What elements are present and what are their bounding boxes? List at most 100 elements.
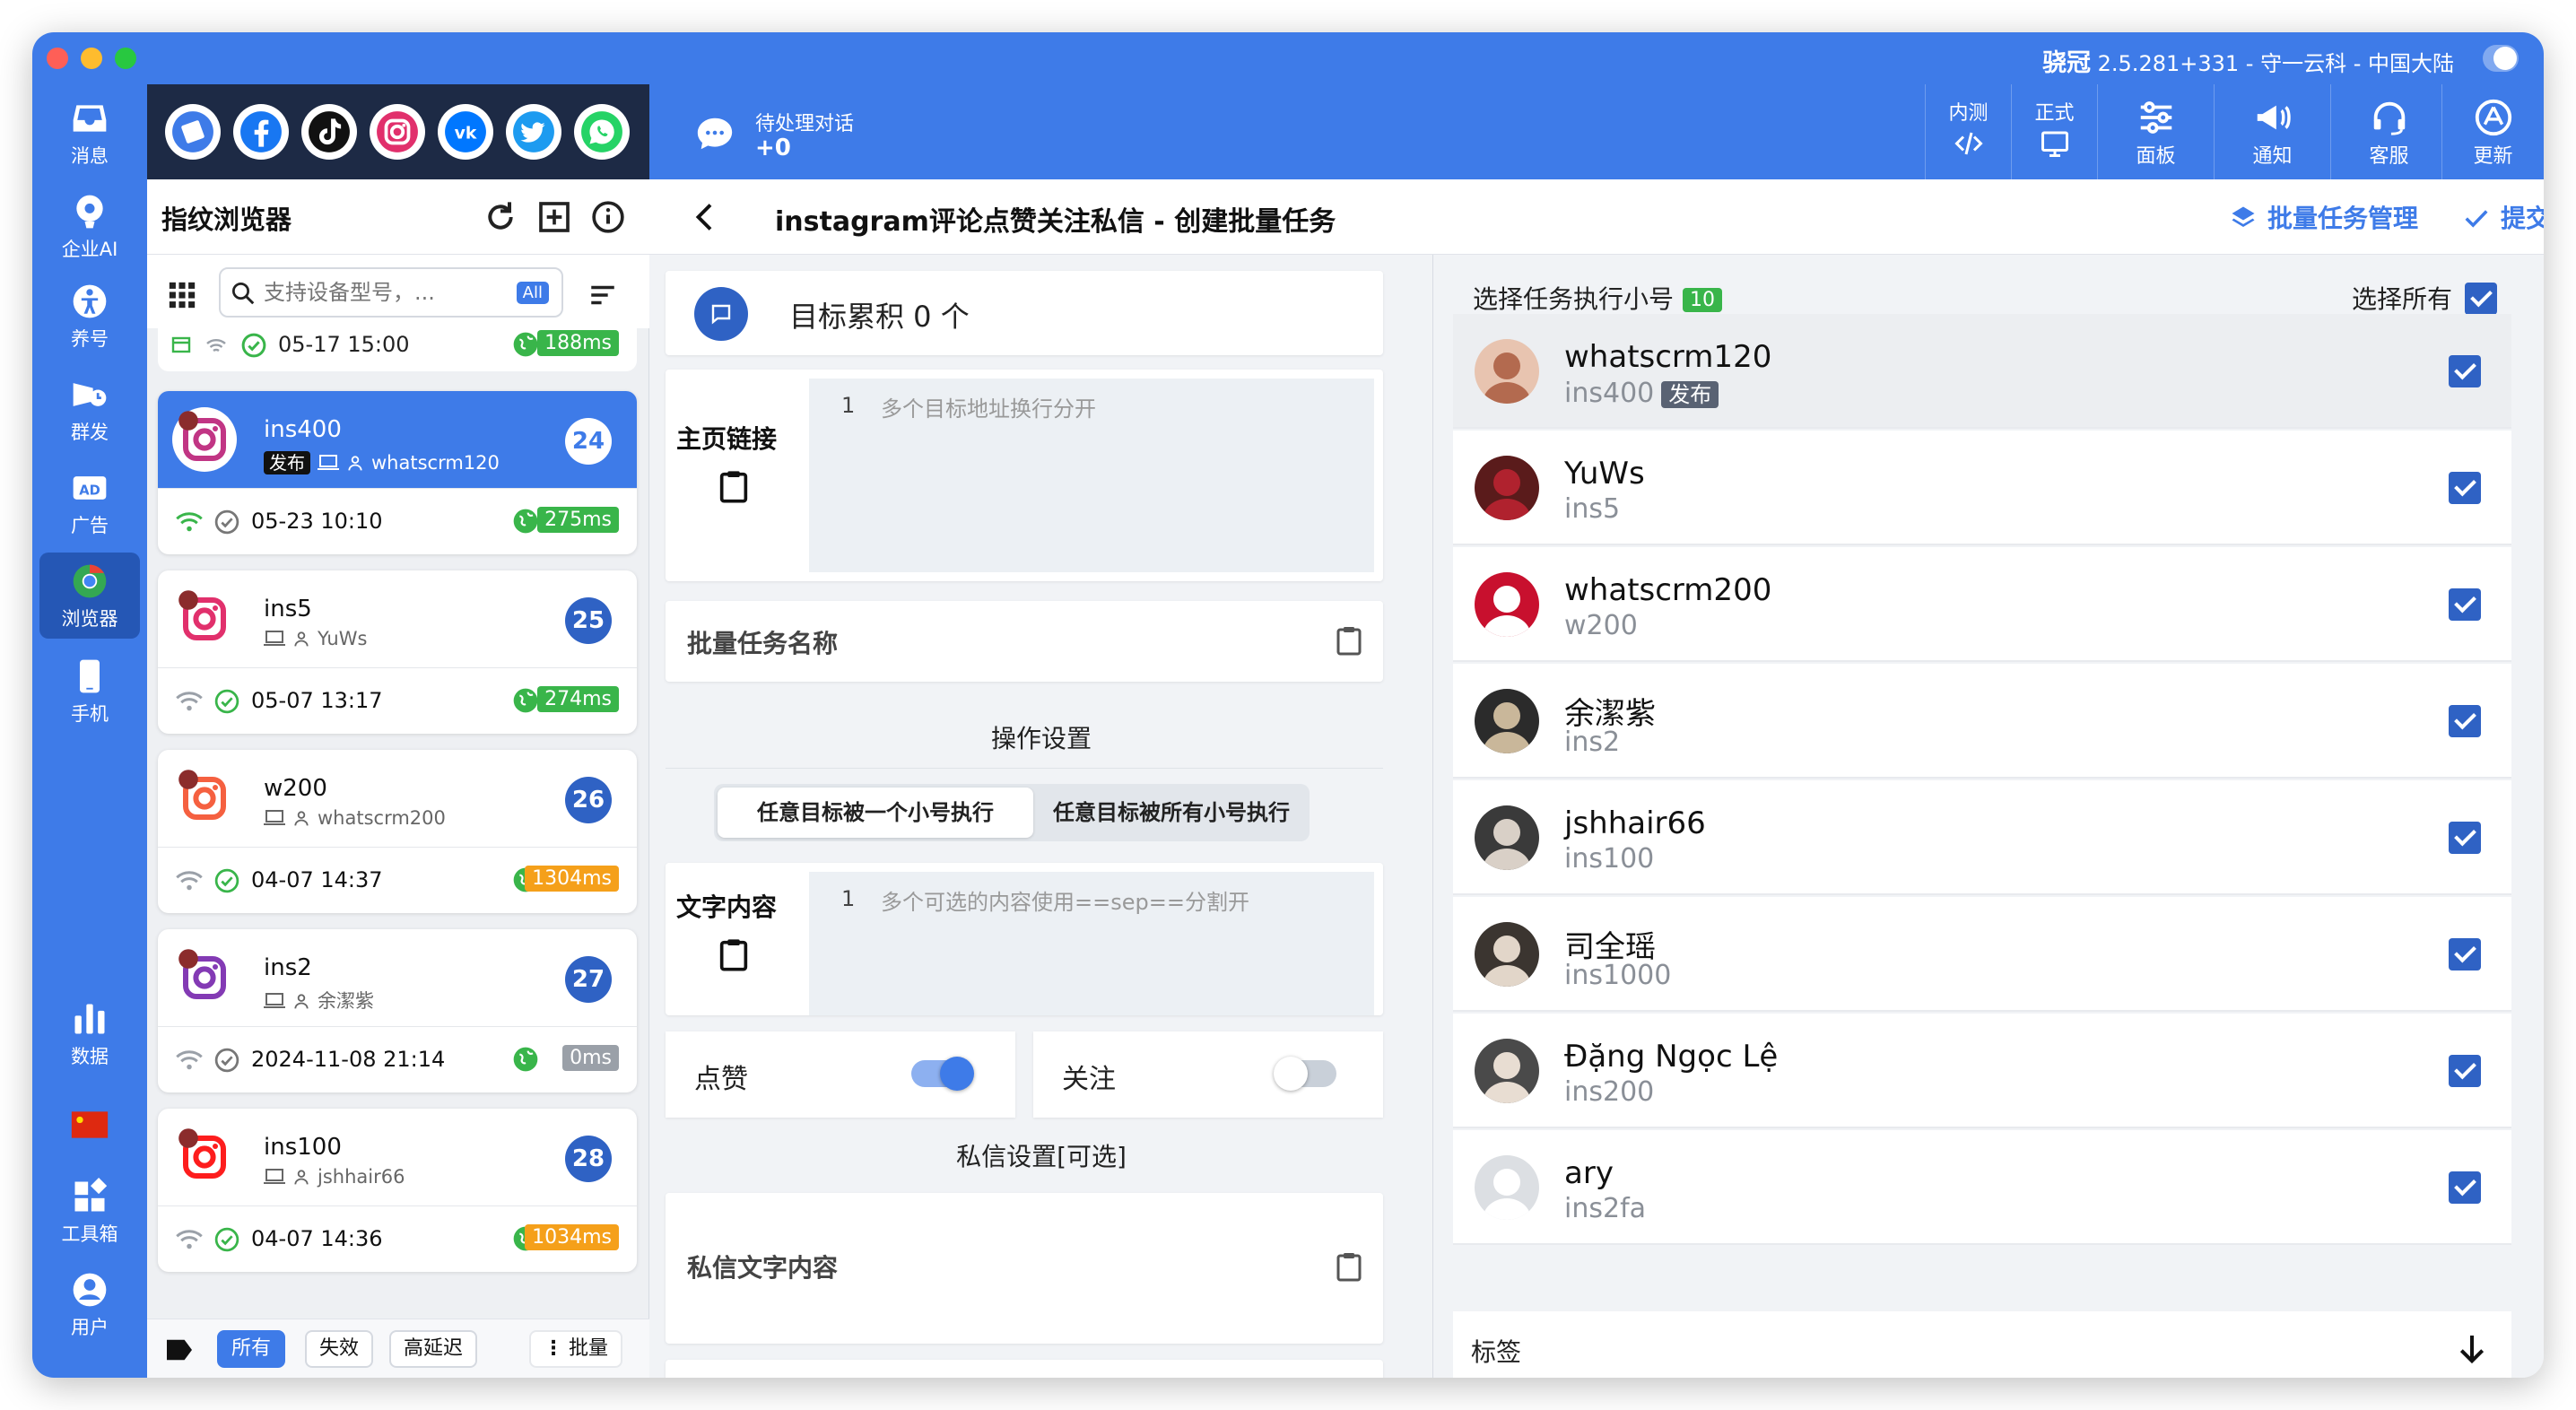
mode-one-account-option[interactable]: 任意目标被一个小号执行 — [718, 788, 1033, 838]
avatar-photo — [1475, 922, 1539, 987]
batch-name-field[interactable]: 批量任务名称 — [666, 601, 1383, 682]
device-card[interactable]: ins2 余潔紫 27 2024-11-08 21:14 0ms — [158, 929, 637, 1092]
paste-icon[interactable] — [1333, 1249, 1365, 1284]
platform-instagram[interactable] — [370, 104, 425, 160]
account-row[interactable]: Đặng Ngọc Lệ ins200 — [1453, 1014, 2511, 1128]
platform-whatsapp[interactable] — [574, 104, 630, 160]
account-checkbox[interactable] — [2449, 1171, 2481, 1204]
all-filter-badge[interactable]: All — [516, 282, 549, 304]
paste-icon[interactable] — [1333, 622, 1365, 658]
account-checkbox[interactable] — [2449, 1055, 2481, 1087]
account-checkbox[interactable] — [2449, 822, 2481, 854]
nav-region[interactable] — [39, 1098, 140, 1152]
refresh-icon[interactable] — [483, 199, 518, 235]
tags-dropdown[interactable]: 标签 — [1453, 1311, 2511, 1378]
maximize-window-button[interactable] — [115, 48, 136, 69]
select-all-checkbox[interactable] — [2465, 283, 2497, 315]
filter-invalid-button[interactable]: 失效 — [305, 1330, 374, 1368]
submit-button[interactable]: 提交 — [2463, 199, 2544, 235]
platform-tiktok[interactable] — [301, 104, 357, 160]
text-content-card: 文字内容 1 多个可选的内容使用==sep==分割开 — [666, 863, 1383, 1015]
update-button[interactable]: 更新 — [2441, 84, 2544, 179]
nav-toolbox[interactable]: 工具箱 — [39, 1168, 140, 1254]
laptop-icon — [264, 1169, 285, 1184]
device-card[interactable]: ins5 YuWs 25 05-07 13:17 274ms — [158, 570, 637, 734]
latency-badge: 274ms — [537, 686, 619, 712]
beta-channel-button[interactable]: 内测 — [1925, 84, 2011, 179]
back-arrow-icon[interactable] — [689, 199, 721, 235]
add-box-icon[interactable] — [536, 199, 572, 235]
homepage-links-editor[interactable]: 1 多个目标地址换行分开 — [809, 379, 1374, 572]
instagram-icon — [377, 111, 418, 152]
account-row[interactable]: 余潔紫 ins2 — [1453, 664, 2511, 779]
nav-ads[interactable]: AD 广告 — [39, 459, 140, 545]
tag-icon[interactable] — [163, 1337, 196, 1362]
line-number: 1 — [841, 886, 856, 911]
account-sub: ins1000 — [1564, 960, 1672, 991]
nav-phone[interactable]: 手机 — [39, 648, 140, 734]
account-checkbox[interactable] — [2449, 938, 2481, 970]
text-content-editor[interactable]: 1 多个可选的内容使用==sep==分割开 — [809, 872, 1374, 1015]
nav-nurture[interactable]: 养号 — [39, 273, 140, 359]
clipboard-icon[interactable] — [716, 935, 752, 974]
close-window-button[interactable] — [47, 48, 68, 69]
nav-broadcast[interactable]: 群发 — [39, 366, 140, 452]
nav-data[interactable]: 数据 — [39, 990, 140, 1076]
account-avatar — [1475, 339, 1539, 404]
platform-facebook[interactable] — [233, 104, 289, 160]
device-card[interactable]: ins100 jshhair66 28 04-07 14:36 1034ms — [158, 1109, 637, 1272]
arrow-down-icon — [2459, 1336, 2485, 1364]
device-card-partial[interactable]: 05-17 15:00 188ms — [158, 328, 637, 371]
clipboard-icon[interactable] — [716, 466, 752, 506]
info-icon[interactable] — [590, 199, 626, 235]
platform-bar: vk — [147, 84, 649, 179]
account-row[interactable]: 司全瑶 ins1000 — [1453, 897, 2511, 1012]
task-form: 目标累积 0 个 主页链接 1 多个目标地址换行分开 批量任务名称 操作设置 任… — [649, 255, 1433, 1378]
nav-browser[interactable]: 浏览器 — [39, 553, 140, 639]
person-outline-icon — [294, 631, 309, 647]
support-button[interactable]: 客服 — [2330, 84, 2447, 179]
globe-icon — [513, 509, 538, 534]
account-row[interactable]: YuWs ins5 — [1453, 431, 2511, 545]
follow-switch[interactable] — [1274, 1057, 1336, 1091]
person-outline-icon — [294, 994, 309, 1009]
mode-all-accounts-option[interactable]: 任意目标被所有小号执行 — [1037, 788, 1306, 838]
release-channel-button[interactable]: 正式 — [2011, 84, 2097, 179]
platform-generic[interactable] — [165, 104, 221, 160]
nav-user[interactable]: 用户 — [39, 1261, 140, 1347]
instagram-icon — [173, 946, 236, 1009]
like-switch[interactable] — [911, 1057, 974, 1091]
filter-high-latency-button[interactable]: 高延迟 — [389, 1330, 478, 1368]
chart-icon — [74, 1004, 105, 1034]
select-all-toggle[interactable]: 选择所有 — [2352, 280, 2497, 316]
sort-icon[interactable] — [585, 280, 621, 310]
platform-twitter[interactable] — [506, 104, 561, 160]
account-row[interactable]: jshhair66 ins100 — [1453, 780, 2511, 895]
account-checkbox[interactable] — [2449, 472, 2481, 504]
account-row[interactable]: whatscrm200 w200 — [1453, 547, 2511, 662]
batch-name-label: 批量任务名称 — [687, 629, 839, 658]
dm-text-field[interactable]: 私信文字内容 — [666, 1193, 1383, 1344]
panel-button[interactable]: 面板 — [2097, 84, 2214, 179]
filter-all-button[interactable]: 所有 — [217, 1330, 286, 1368]
account-row[interactable]: ary ins2fa — [1453, 1130, 2511, 1245]
nav-messages[interactable]: 消息 — [39, 90, 140, 176]
account-checkbox[interactable] — [2449, 355, 2481, 387]
grid-view-icon[interactable] — [167, 280, 197, 310]
latency-badge: 188ms — [537, 330, 619, 356]
vk-icon: vk — [445, 111, 486, 152]
device-card[interactable]: w200 whatscrm200 26 04-07 14:37 1304ms — [158, 750, 637, 913]
device-card[interactable]: ins400 发布 whatscrm120 24 05-23 10:10 275ms — [158, 391, 637, 554]
theme-toggle[interactable] — [2483, 45, 2519, 72]
notifications-button[interactable]: 通知 — [2214, 84, 2330, 179]
account-checkbox[interactable] — [2449, 705, 2481, 737]
minimize-window-button[interactable] — [81, 48, 102, 69]
account-row[interactable]: whatscrm120 ins400 发布 — [1453, 314, 2511, 429]
switch-knob — [1274, 1057, 1308, 1091]
account-checkbox[interactable] — [2449, 588, 2481, 621]
batch-button[interactable]: ⋮ 批量 — [529, 1330, 623, 1368]
batch-task-manage-link[interactable]: 批量任务管理 — [2230, 199, 2418, 235]
nav-enterprise-ai[interactable]: 企业AI — [39, 183, 140, 269]
device-search-input[interactable] — [264, 276, 497, 309]
platform-vk[interactable]: vk — [438, 104, 493, 160]
